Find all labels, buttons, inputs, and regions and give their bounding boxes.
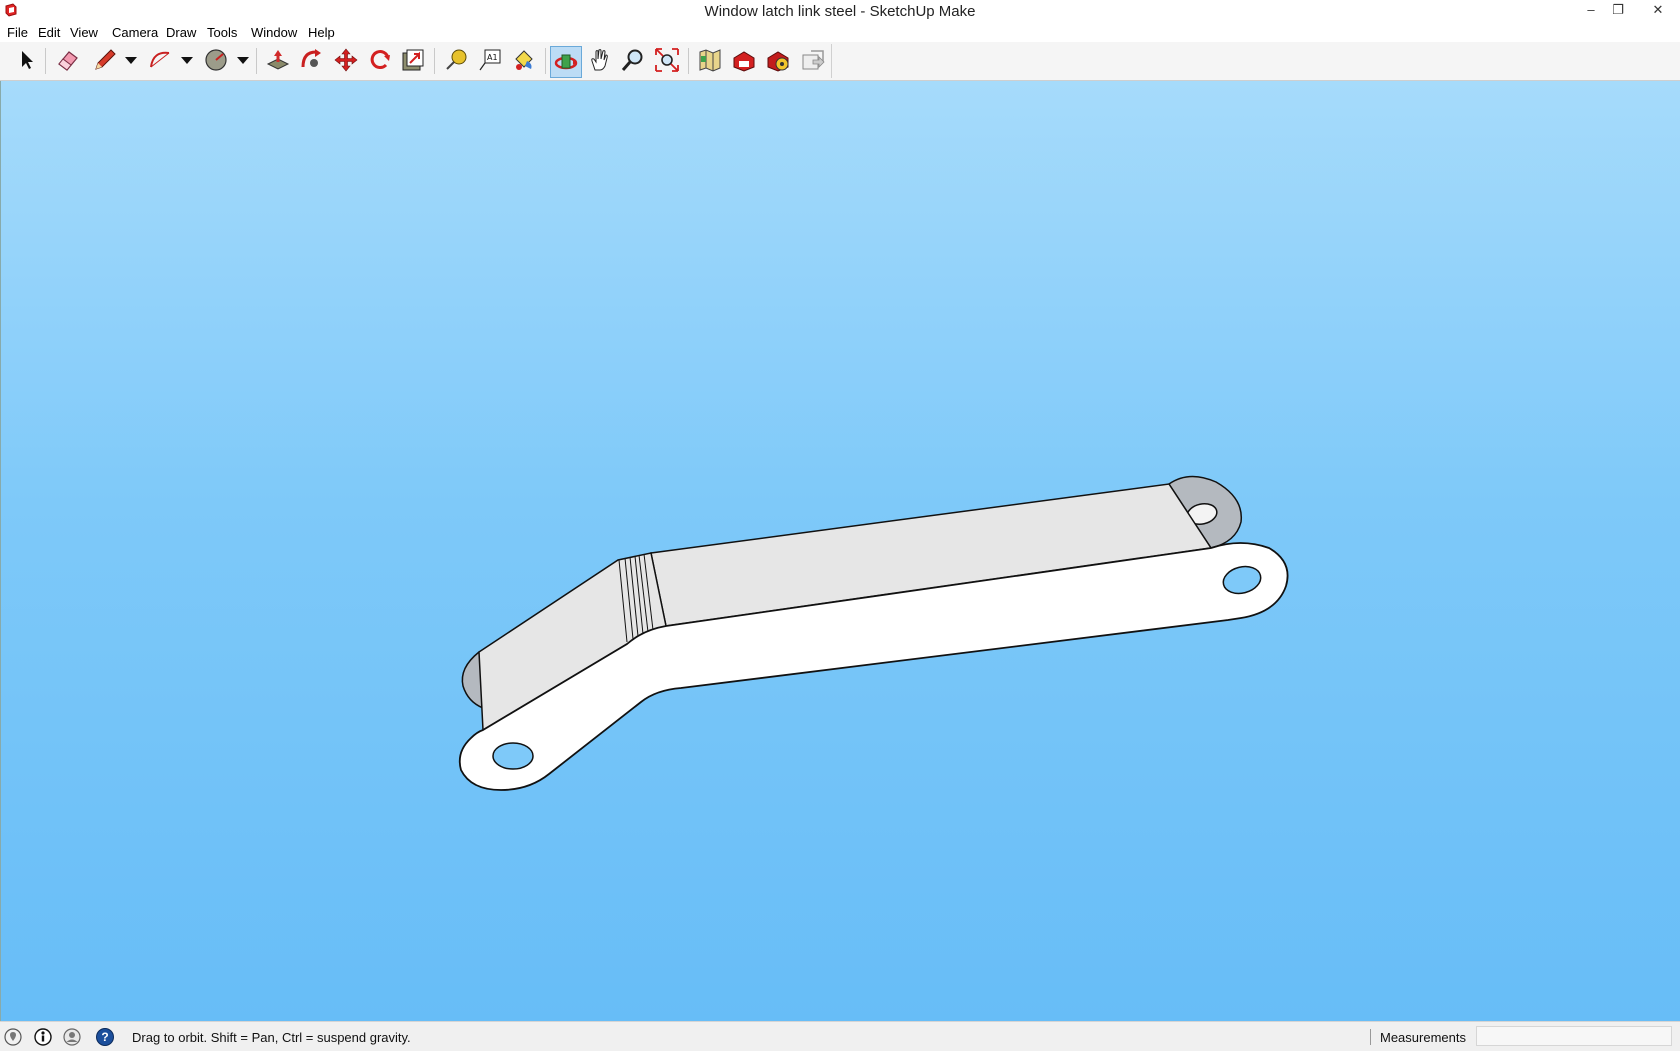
menu-help[interactable]: Help (308, 25, 335, 40)
rotate-icon (370, 50, 390, 70)
restore-button[interactable]: ❐ (1603, 0, 1633, 22)
arc-icon (150, 51, 170, 68)
menu-camera[interactable]: Camera (112, 25, 158, 40)
menu-window[interactable]: Window (251, 25, 297, 40)
menu-view[interactable]: View (70, 25, 98, 40)
arc-tool-dropdown[interactable] (181, 57, 193, 64)
warehouse-icon (733, 51, 755, 72)
menu-edit[interactable]: Edit (38, 25, 60, 40)
toolbar-separator (434, 48, 435, 74)
push-pull-tool-button[interactable] (265, 47, 291, 73)
paint-bucket-tool-button[interactable] (511, 47, 537, 73)
select-tool-button[interactable] (13, 47, 39, 73)
rotate-tool-button[interactable] (367, 47, 393, 73)
help-icon[interactable]: ? (96, 1028, 114, 1046)
status-bar: ? Drag to orbit. Shift = Pan, Ctrl = sus… (0, 1021, 1680, 1051)
pan-tool-button[interactable] (587, 47, 613, 73)
arrow-cursor-icon (22, 51, 33, 69)
move-tool-button[interactable] (333, 47, 359, 73)
extension-warehouse-icon (767, 51, 789, 72)
zoom-icon (621, 49, 643, 71)
model-canvas (458, 475, 1289, 791)
tape-measure-tool-button[interactable] (443, 47, 469, 73)
zoom-extents-tool-button[interactable] (654, 47, 680, 73)
line-tool-button[interactable] (92, 47, 118, 73)
arc-tool-button[interactable] (147, 47, 173, 73)
credits-icon[interactable] (34, 1028, 52, 1046)
scale-icon (402, 49, 424, 71)
toolbar-separator (256, 48, 257, 74)
user-icon[interactable] (63, 1028, 81, 1046)
tape-measure-icon (446, 49, 467, 70)
text-tool-button[interactable]: A1 (477, 47, 503, 73)
orbit-icon (554, 54, 578, 70)
model-hole-left (492, 742, 534, 770)
drawing-viewport[interactable] (0, 81, 1680, 1021)
toolbar-separator (688, 48, 689, 74)
menu-tools[interactable]: Tools (207, 25, 237, 40)
extension-warehouse-tool-button[interactable] (765, 47, 791, 73)
send-to-layout-tool-button[interactable] (799, 47, 825, 73)
menu-draw[interactable]: Draw (166, 25, 196, 40)
push-pull-icon (266, 50, 290, 70)
window-title: Window latch link steel - SketchUp Make (704, 3, 976, 20)
send-to-layout-icon (802, 50, 825, 70)
move-icon (334, 48, 358, 72)
menu-file[interactable]: File (7, 25, 28, 40)
eraser-icon (58, 51, 78, 71)
circle-shape-icon (205, 49, 227, 71)
shapes-tool-dropdown[interactable] (237, 57, 249, 64)
measurements-label: Measurements (1380, 1030, 1466, 1045)
follow-me-icon (301, 49, 321, 68)
line-tool-dropdown[interactable] (125, 57, 137, 64)
zoom-extents-icon (655, 48, 679, 72)
status-hint: Drag to orbit. Shift = Pan, Ctrl = suspe… (132, 1030, 411, 1045)
paint-bucket-icon (515, 50, 533, 70)
pan-hand-icon (591, 49, 608, 71)
scale-tool-button[interactable] (400, 47, 426, 73)
orbit-tool-button[interactable] (550, 46, 582, 78)
geolocation-icon[interactable] (4, 1028, 22, 1046)
minimize-button[interactable]: – (1576, 0, 1606, 22)
measurements-input[interactable] (1476, 1026, 1672, 1046)
text-icon: A1 (479, 49, 501, 71)
pencil-icon (95, 49, 116, 70)
add-location-icon (699, 49, 721, 72)
follow-me-tool-button[interactable] (299, 47, 325, 73)
text-tool-glyph: A1 (487, 53, 498, 62)
toolbar-separator (545, 48, 546, 74)
shapes-tool-button[interactable] (203, 47, 229, 73)
eraser-tool-button[interactable] (55, 47, 81, 73)
status-divider (1370, 1029, 1371, 1045)
title-bar: Window latch link steel - SketchUp Make … (0, 0, 1680, 22)
add-location-tool-button[interactable] (697, 47, 723, 73)
main-toolbar: A1 (0, 42, 1680, 81)
3d-warehouse-tool-button[interactable] (731, 47, 757, 73)
close-button[interactable]: ✕ (1636, 0, 1680, 22)
zoom-tool-button[interactable] (620, 47, 646, 73)
menu-bar: File Edit View Camera Draw Tools Window … (0, 22, 1680, 42)
toolbar-separator (45, 48, 46, 74)
